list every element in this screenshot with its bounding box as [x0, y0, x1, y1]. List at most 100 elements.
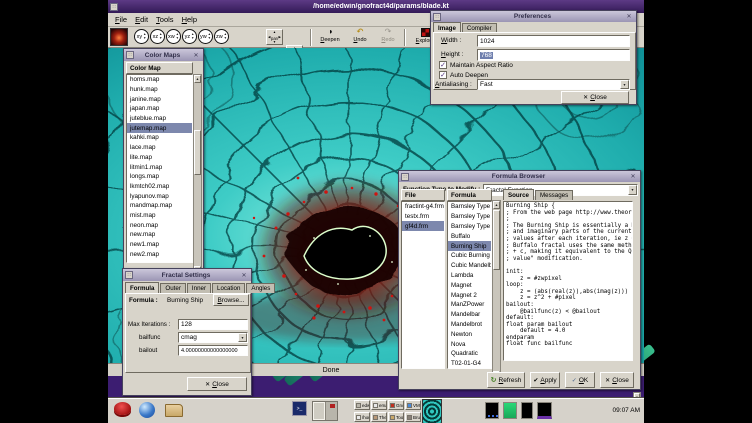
color-map-item[interactable]: new.map	[127, 230, 192, 240]
formula-item[interactable]: Mandelbar	[448, 310, 491, 320]
formula-item[interactable]: Buffalo	[448, 231, 491, 241]
scrollbar-thumb[interactable]	[194, 130, 201, 175]
formula-item[interactable]: Mandelbrot	[448, 320, 491, 330]
pad-up-icon[interactable]: ▲	[267, 30, 282, 34]
window-menu-icon[interactable]: ∷	[126, 51, 134, 59]
antialiasing-combo[interactable]: Fast ▼	[477, 79, 630, 90]
formula-file-item[interactable]: gf4d.frm	[402, 221, 444, 231]
auto-deepen-checkbox[interactable]: ✓ Auto Deepen	[439, 71, 488, 79]
menu-item[interactable]: File	[111, 15, 131, 24]
rotate-button[interactable]: yz	[182, 29, 197, 44]
source-tab[interactable]: Messages	[535, 190, 573, 200]
formula-item[interactable]: Cubic Mandelbrot	[448, 261, 491, 271]
window-menu-icon[interactable]: ∷	[125, 271, 133, 279]
fractal-settings-titlebar[interactable]: ∷ Fractal Settings ✕	[123, 269, 251, 281]
formula-item[interactable]: Barnsley Type 2	[448, 212, 491, 222]
color-map-item[interactable]: new2.map	[127, 249, 192, 259]
workspace-cell[interactable]	[326, 402, 338, 420]
maintain-aspect-checkbox[interactable]: ✓ Maintain Aspect Ratio	[439, 61, 513, 69]
task-button[interactable]: emacs@l	[371, 400, 387, 410]
color-map-item[interactable]: mist.map	[127, 211, 192, 221]
formula-scrollbar[interactable]: ▲ ▼	[492, 200, 501, 380]
redo-button[interactable]: ↷ Redo	[376, 28, 400, 43]
bailfunc-combo[interactable]: cmag ▼	[178, 332, 248, 343]
formula-item[interactable]: ManZPower	[448, 300, 491, 310]
formula-item[interactable]: Magnet 2	[448, 290, 491, 300]
menu-item[interactable]: Edit	[131, 15, 152, 24]
terminal-icon[interactable]: >_	[292, 401, 307, 416]
formula-item[interactable]: Cubic Burning Ship	[448, 251, 491, 261]
monitor-applet-4[interactable]	[537, 402, 552, 419]
redhat-menu-icon[interactable]	[114, 402, 131, 415]
settings-tab[interactable]: Angles	[246, 283, 275, 293]
close-icon[interactable]: ✕	[191, 52, 201, 59]
formula-column-header[interactable]: Formula	[447, 189, 492, 201]
workspace-pager[interactable]	[312, 401, 338, 421]
task-button[interactable]: /home/edw	[354, 412, 370, 422]
fractal-thumbnail-applet[interactable]	[422, 399, 442, 423]
source-tab[interactable]: Source	[503, 189, 534, 200]
file-list[interactable]: fractint-g4.frmtestx.frmgf4d.frm	[401, 201, 445, 369]
preferences-titlebar[interactable]: ∷ Preferences ✕	[431, 11, 636, 22]
rotate-button[interactable]: zw	[214, 29, 229, 44]
close-icon[interactable]: ✕	[628, 173, 638, 180]
task-button[interactable]: Brush Se	[405, 412, 421, 422]
color-map-item[interactable]: mandmap.map	[127, 201, 192, 211]
task-button[interactable]: Tool Optio	[388, 412, 404, 422]
preferences-close-button[interactable]: ✕ Close	[561, 91, 629, 104]
settings-tab[interactable]: Formula	[125, 282, 159, 293]
color-map-item[interactable]: lkmtch02.map	[127, 182, 192, 192]
bailout-input[interactable]: 4.00000000000000000	[178, 345, 248, 356]
settings-tab[interactable]: Location	[212, 283, 245, 293]
color-map-item[interactable]: lyapunov.map	[127, 191, 192, 201]
ok-button[interactable]: ✓ OK	[565, 372, 595, 388]
file-manager-icon[interactable]	[165, 404, 183, 417]
apply-button[interactable]: ✔ Apply	[530, 372, 560, 388]
source-view[interactable]: Burning Ship { ; From the web page http:…	[503, 201, 633, 361]
max-iterations-input[interactable]: 128	[178, 319, 248, 330]
formula-list[interactable]: Barnsley Type 1Barnsley Type 2Barnsley T…	[447, 201, 492, 369]
settings-tab[interactable]: Inner	[187, 283, 211, 293]
file-column-header[interactable]: File	[401, 189, 445, 201]
chevron-down-icon[interactable]: ▼	[628, 185, 637, 195]
pad-down-icon[interactable]: ▼	[267, 40, 282, 44]
color-map-item[interactable]: litmin1.map	[127, 162, 192, 172]
formula-browser-close-button[interactable]: ✕ Close	[600, 372, 634, 388]
height-input[interactable]: 768	[477, 49, 630, 61]
task-button[interactable]: Gnofract	[388, 400, 404, 410]
close-icon[interactable]: ✕	[239, 272, 249, 279]
chevron-down-icon[interactable]: ▼	[238, 333, 247, 342]
settings-tab[interactable]: Outer	[160, 283, 185, 293]
undo-button[interactable]: ↶ Undo	[348, 28, 372, 43]
color-map-list[interactable]: homs.maphunk.mapjanine.mapjapan.mapjuteb…	[126, 74, 193, 263]
color-map-item[interactable]: longs.map	[127, 172, 192, 182]
window-menu-icon[interactable]: ∷	[110, 3, 118, 11]
formula-item[interactable]: T02-01-G4	[448, 359, 491, 369]
formula-item[interactable]: Lambda	[448, 271, 491, 281]
formula-item[interactable]: Newton	[448, 329, 491, 339]
formula-file-item[interactable]: testx.frm	[402, 212, 444, 222]
formula-item[interactable]: Barnsley Type 1	[448, 202, 491, 212]
monitor-applet-3[interactable]	[521, 402, 533, 419]
color-map-item[interactable]: kahki.map	[127, 133, 192, 143]
monitor-applet-2[interactable]	[503, 402, 517, 419]
formula-browser-titlebar[interactable]: ∷ Formula Browser ✕	[399, 171, 640, 182]
clock[interactable]: 09:07 AM	[595, 407, 640, 414]
task-button[interactable]: The GIMP	[371, 412, 387, 422]
pan-pad[interactable]: ▲ ▼ ◀ ▶ pan	[266, 29, 283, 45]
color-map-column-header[interactable]: Color Map	[126, 62, 193, 74]
chevron-down-icon[interactable]: ▼	[620, 80, 629, 89]
menu-item[interactable]: Tools	[152, 15, 178, 24]
web-browser-icon[interactable]	[139, 402, 155, 418]
rotate-button[interactable]: yw	[198, 29, 213, 44]
menu-item[interactable]: Help	[178, 15, 201, 24]
color-map-scrollbar[interactable]: ▲ ▼	[193, 74, 202, 275]
browse-button[interactable]: Browse...	[213, 294, 249, 306]
color-map-item[interactable]: lite.map	[127, 153, 192, 163]
close-icon[interactable]: ✕	[624, 13, 634, 20]
window-menu-icon[interactable]: ∷	[401, 173, 409, 181]
task-button[interactable]: VMware V	[405, 400, 421, 410]
color-map-item[interactable]: neon.map	[127, 220, 192, 230]
color-map-item[interactable]: homs.map	[127, 75, 192, 85]
width-input[interactable]: 1024	[477, 35, 630, 47]
